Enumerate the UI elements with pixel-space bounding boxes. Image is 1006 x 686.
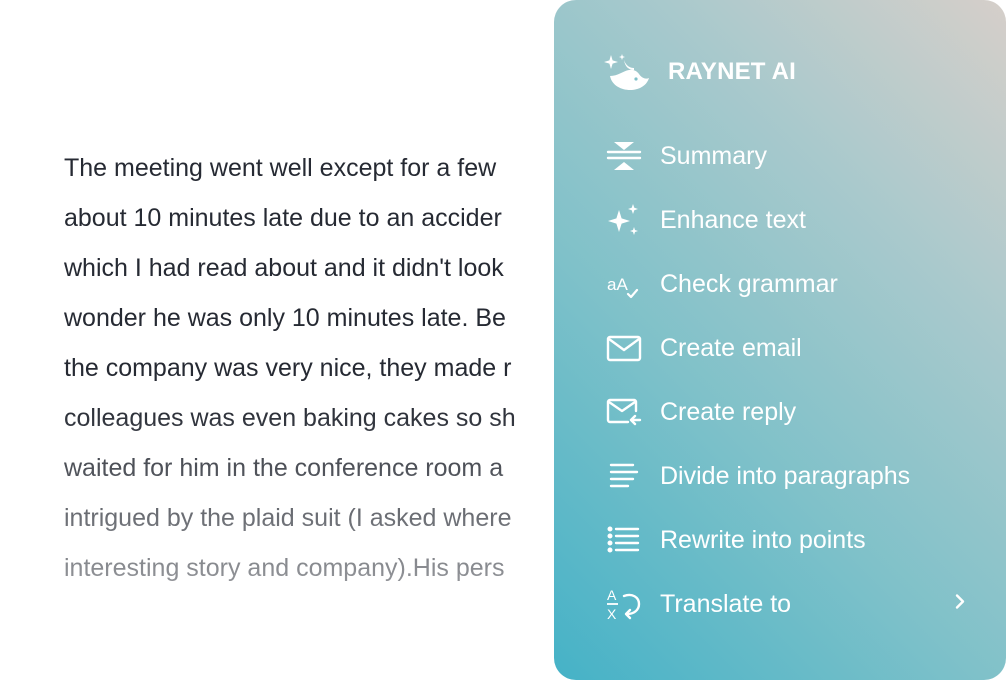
menu-item-label: Summary (660, 141, 767, 170)
translate-icon: A X (606, 586, 642, 622)
grammar-check-icon: aA (606, 266, 642, 302)
menu-item-check-grammar[interactable]: aA Check grammar (606, 252, 966, 316)
menu-item-label: Enhance text (660, 205, 806, 234)
menu-item-enhance-text[interactable]: Enhance text (606, 188, 966, 252)
menu-item-divide-paragraphs[interactable]: Divide into paragraphs (606, 444, 966, 508)
panel-title: RAYNET AI (668, 58, 797, 85)
sparkle-whale-icon (604, 52, 650, 92)
document-line: colleagues was even baking cakes so sh (64, 404, 516, 432)
menu-item-label: Divide into paragraphs (660, 461, 911, 490)
menu-item-label: Create reply (660, 397, 797, 426)
document-line: the company was very nice, they made r (64, 354, 512, 382)
document-body[interactable]: The meeting went well except for a few a… (64, 143, 624, 593)
envelope-icon (606, 330, 642, 366)
menu-item-label: Translate to (660, 589, 792, 618)
menu-item-label: Create email (660, 333, 802, 362)
ai-assistant-panel: RAYNET AI Summary Enhance text aA Check … (554, 0, 1006, 680)
menu-item-create-email[interactable]: Create email (606, 316, 966, 380)
document-line: wonder he was only 10 minutes late. Be (64, 304, 506, 332)
bullet-list-icon (606, 522, 642, 558)
menu-item-summary[interactable]: Summary (606, 124, 966, 188)
document-line: which I had read about and it didn't loo… (64, 254, 504, 282)
menu-item-create-reply[interactable]: Create reply (606, 380, 966, 444)
envelope-reply-icon (606, 394, 642, 430)
paragraphs-icon (606, 458, 642, 494)
document-line: interesting story and company).His pers (64, 554, 505, 582)
svg-text:A: A (607, 587, 617, 603)
menu-item-translate-to[interactable]: A X Translate to (606, 572, 966, 636)
ai-action-menu: Summary Enhance text aA Check grammar Cr… (606, 124, 966, 636)
menu-item-label: Check grammar (660, 269, 838, 298)
menu-item-label: Rewrite into points (660, 525, 866, 554)
app-stage: The meeting went well except for a few a… (0, 0, 1006, 686)
svg-text:aA: aA (607, 275, 628, 294)
document-line: about 10 minutes late due to an accider (64, 204, 502, 232)
menu-item-rewrite-points[interactable]: Rewrite into points (606, 508, 966, 572)
summary-icon (606, 138, 642, 174)
svg-text:X: X (607, 606, 617, 622)
document-line: intrigued by the plaid suit (I asked whe… (64, 504, 512, 532)
sparkles-icon (606, 202, 642, 238)
document-line: The meeting went well except for a few (64, 154, 497, 182)
panel-header: RAYNET AI (604, 52, 796, 92)
chevron-right-icon (954, 593, 966, 616)
document-line: waited for him in the conference room a (64, 454, 504, 482)
